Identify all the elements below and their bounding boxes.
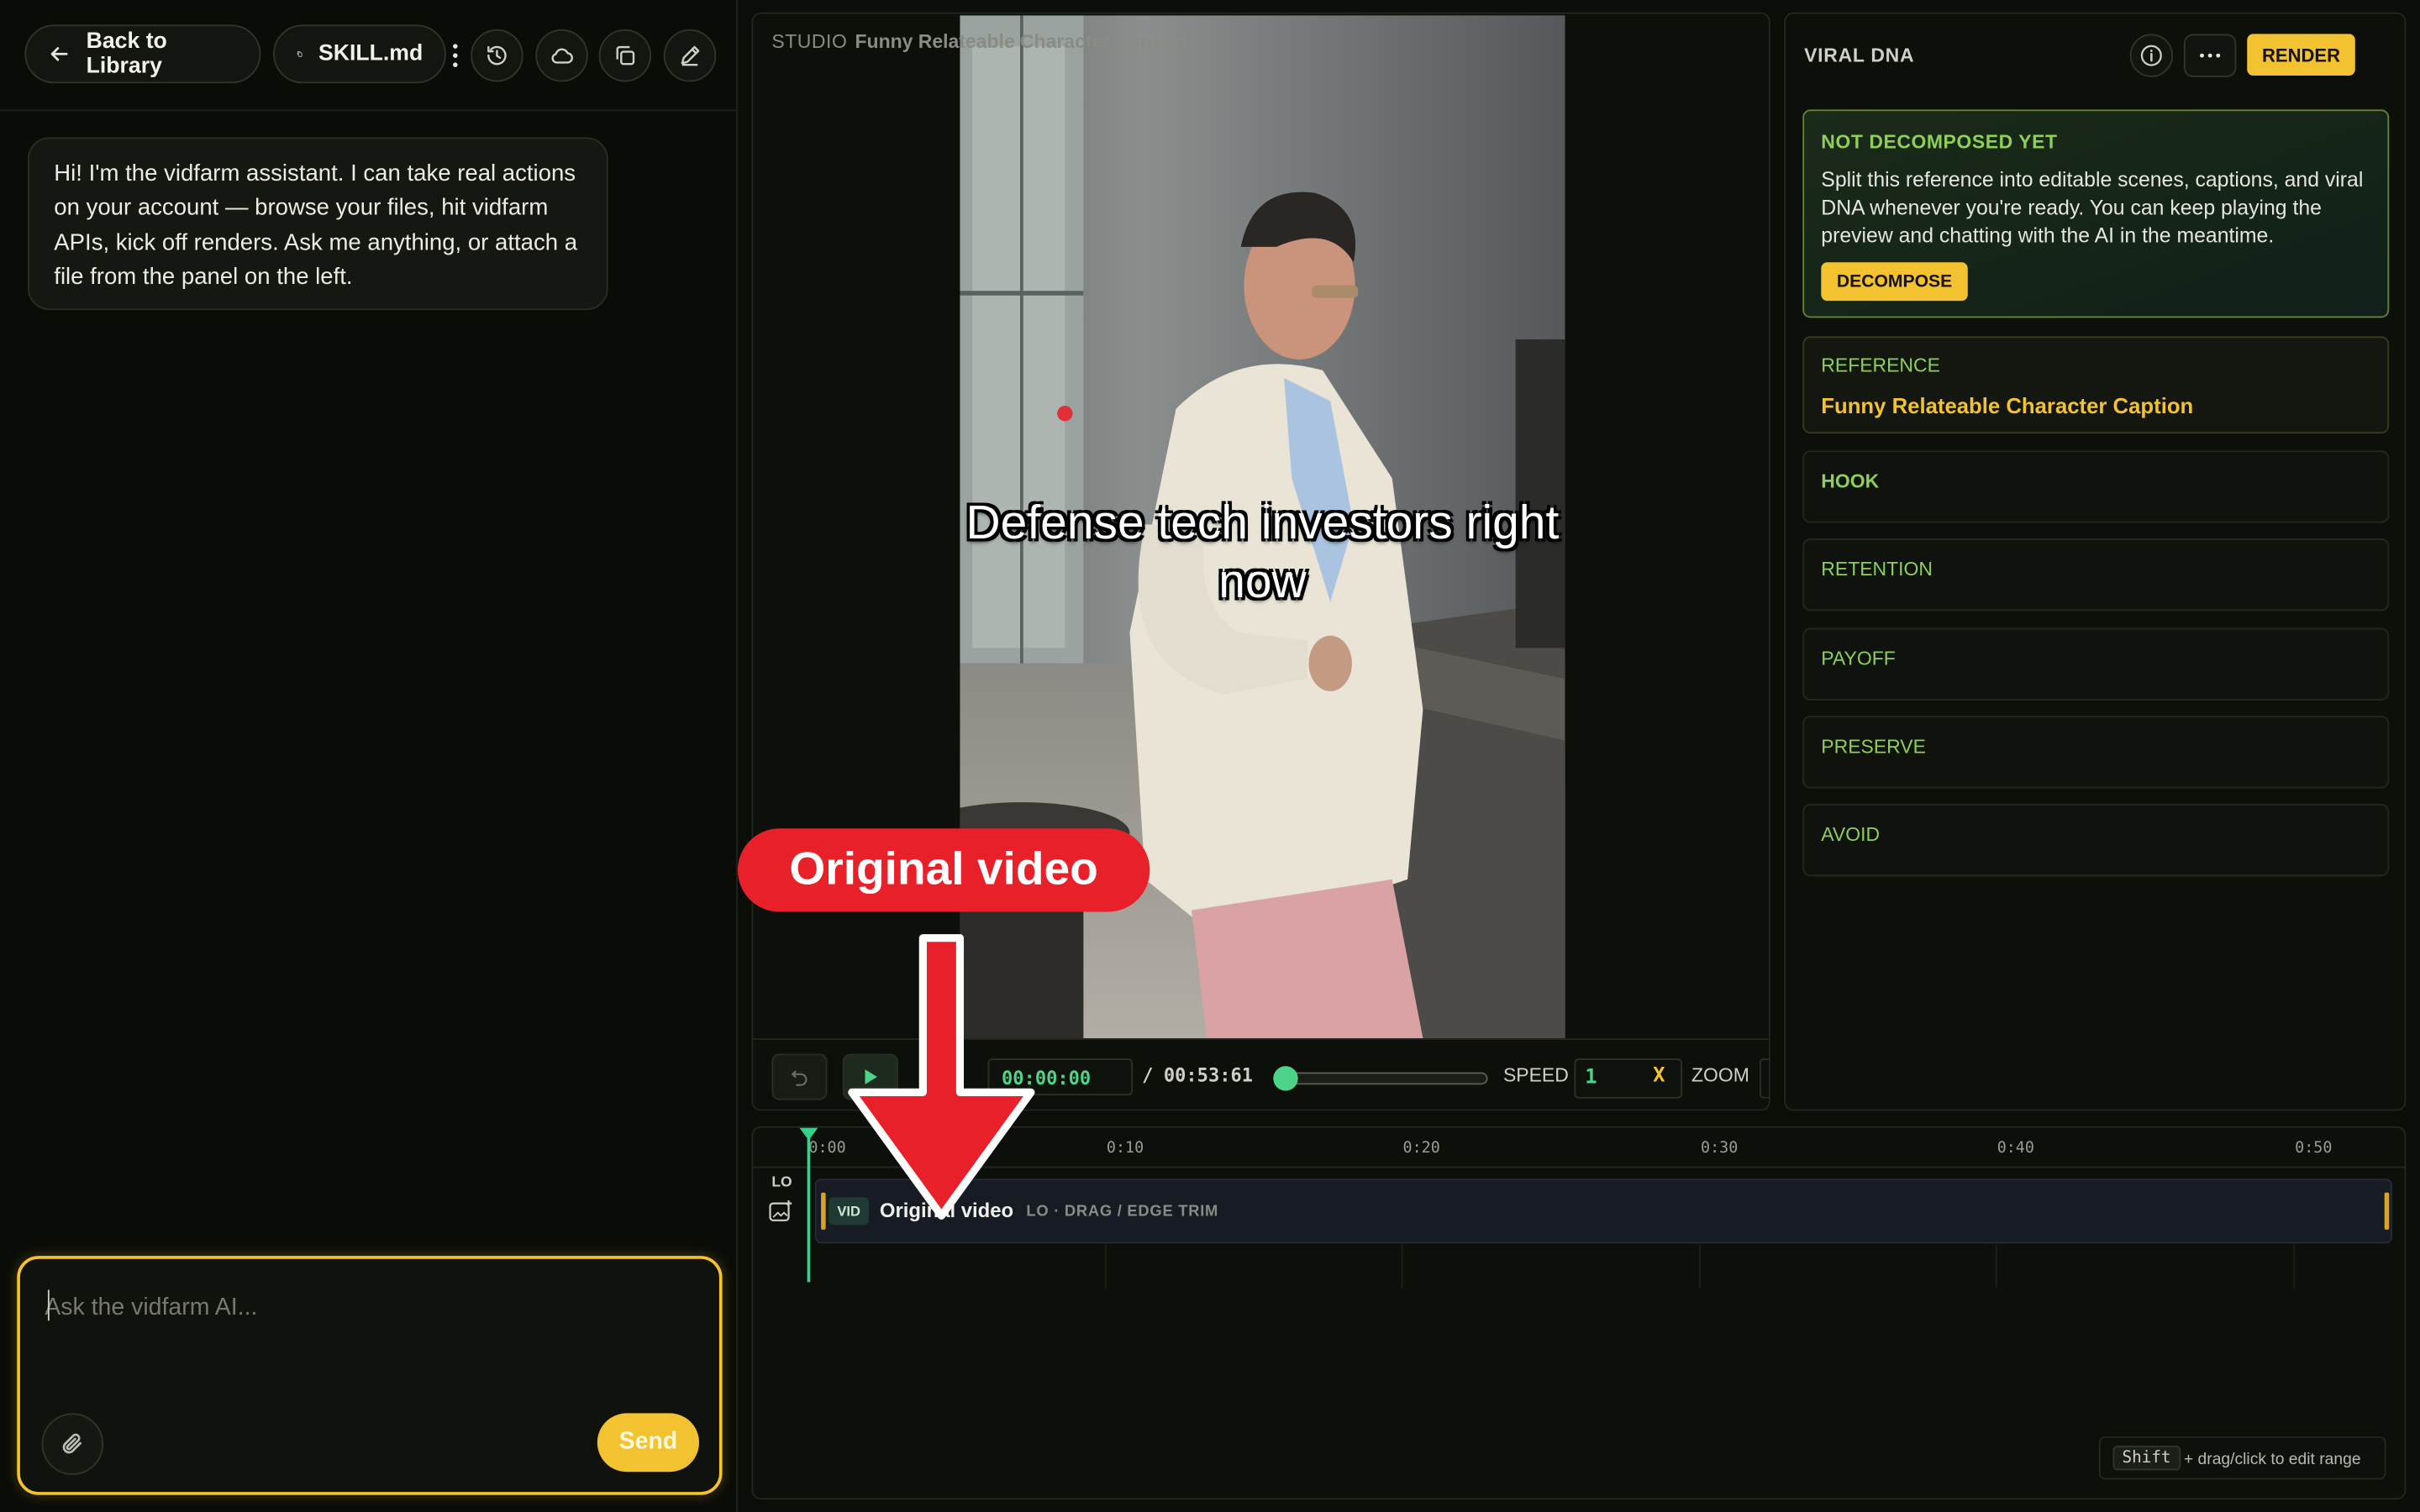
not-decomposed-body: Split this reference into editable scene… bbox=[1821, 168, 2364, 247]
grid-line bbox=[1699, 1245, 1702, 1289]
video-clip[interactable]: VID Original video LO · DRAG / EDGE TRIM bbox=[814, 1179, 2392, 1244]
dna-section-label: PAYOFF bbox=[1821, 648, 1896, 670]
time-separator: / bbox=[1142, 1064, 1154, 1087]
history-icon bbox=[487, 45, 507, 66]
not-decomposed-heading: NOT DECOMPOSED YET bbox=[1821, 131, 2058, 153]
copy-file-icon bbox=[297, 50, 302, 57]
grid-line bbox=[2293, 1245, 2296, 1289]
clip-trim-handle-left[interactable] bbox=[821, 1192, 826, 1230]
chat-panel: Back to Library SKILL.md Hi! I'm the vid… bbox=[0, 0, 738, 1512]
seek-knob[interactable] bbox=[1273, 1066, 1298, 1091]
arrow-left-icon bbox=[50, 47, 68, 61]
reference-label: REFERENCE bbox=[1821, 354, 1940, 377]
dna-section-label: RETENTION bbox=[1821, 558, 1933, 580]
dna-section-retention[interactable]: RETENTION bbox=[1802, 538, 2390, 612]
assistant-message: Hi! I'm the vidfarm assistant. I can tak… bbox=[28, 137, 608, 311]
track-label: LO bbox=[771, 1173, 792, 1191]
dna-section-label: HOOK bbox=[1821, 470, 1880, 492]
cloud-button[interactable] bbox=[535, 29, 588, 82]
skill-file-label: SKILL.md bbox=[318, 41, 424, 66]
copy-icon bbox=[616, 45, 635, 66]
info-button[interactable] bbox=[2129, 34, 2174, 77]
shift-hint: Shift + drag/click to edit range bbox=[2098, 1436, 2386, 1480]
dna-section-hook[interactable]: HOOK bbox=[1802, 450, 2390, 523]
chat-composer: Send bbox=[17, 1256, 723, 1495]
tick-label: 0:30 bbox=[1701, 1140, 1739, 1158]
clip-hint: LO · DRAG / EDGE TRIM bbox=[1026, 1203, 1219, 1221]
attach-button[interactable] bbox=[41, 1413, 104, 1475]
more-options-button[interactable] bbox=[2183, 34, 2237, 77]
pencil-icon bbox=[681, 45, 700, 66]
more-vertical-icon[interactable] bbox=[448, 40, 463, 71]
dna-section-preserve[interactable]: PRESERVE bbox=[1802, 716, 2390, 789]
cloud-icon bbox=[551, 48, 573, 64]
tick-label: 0:50 bbox=[2295, 1140, 2333, 1158]
info-icon bbox=[2140, 45, 2162, 66]
more-horizontal-icon bbox=[2200, 53, 2221, 58]
edit-button[interactable] bbox=[663, 29, 717, 82]
grid-line bbox=[1401, 1245, 1403, 1289]
dna-section-payoff[interactable]: PAYOFF bbox=[1802, 627, 2390, 701]
tick-label: 0:20 bbox=[1402, 1140, 1440, 1158]
viral-dna-panel: VIRAL DNA RENDER NOT DECOMPOSED YET Spli… bbox=[1784, 12, 2407, 1111]
history-button[interactable] bbox=[471, 29, 523, 82]
render-button[interactable]: RENDER bbox=[2247, 34, 2355, 76]
zoom-control[interactable] bbox=[1759, 1058, 1769, 1099]
chat-toolbar: Back to Library SKILL.md bbox=[0, 0, 738, 112]
undo-button[interactable] bbox=[771, 1053, 828, 1100]
annotation-callout: Original video bbox=[737, 828, 1150, 912]
tick-label: 0:40 bbox=[1996, 1140, 2034, 1158]
speed-label: SPEED bbox=[1502, 1064, 1569, 1087]
dna-section-label: AVOID bbox=[1821, 823, 1881, 846]
grid-line bbox=[1105, 1245, 1107, 1289]
shift-key: Shift bbox=[2112, 1445, 2181, 1471]
undo-icon bbox=[791, 1070, 808, 1086]
clip-trim-handle-right[interactable] bbox=[2384, 1192, 2390, 1230]
viral-dna-title: VIRAL DNA bbox=[1804, 45, 1915, 66]
not-decomposed-card: NOT DECOMPOSED YET Split this reference … bbox=[1802, 109, 2390, 318]
reference-card[interactable]: REFERENCE Funny Relateable Character Cap… bbox=[1802, 336, 2390, 434]
chat-input[interactable] bbox=[45, 1286, 693, 1331]
decompose-button[interactable]: DECOMPOSE bbox=[1821, 262, 1968, 302]
speed-unit: X bbox=[1653, 1064, 1665, 1088]
annotation-arrow-icon bbox=[848, 934, 1035, 1220]
seek-slider[interactable] bbox=[1277, 1072, 1488, 1085]
studio-title: Funny Relateable Character Caption bbox=[855, 30, 1188, 53]
duplicate-button[interactable] bbox=[598, 29, 652, 82]
dna-section-avoid[interactable]: AVOID bbox=[1802, 803, 2390, 877]
back-to-library-button[interactable]: Back to Library bbox=[24, 24, 261, 84]
studio-label: STUDIO bbox=[771, 30, 848, 53]
annotation-label: Original video bbox=[789, 843, 1098, 895]
shift-hint-text: + drag/click to edit range bbox=[2183, 1450, 2361, 1469]
grid-line bbox=[1995, 1245, 1997, 1289]
playhead[interactable] bbox=[807, 1133, 811, 1283]
text-caret bbox=[47, 1289, 50, 1321]
tick-label: 0:10 bbox=[1106, 1140, 1144, 1158]
paperclip-icon bbox=[62, 1433, 82, 1454]
zoom-label: ZOOM bbox=[1691, 1064, 1749, 1087]
dna-section-label: PRESERVE bbox=[1821, 736, 1926, 758]
total-duration: 00:53:61 bbox=[1163, 1064, 1254, 1087]
reference-value: Funny Relateable Character Caption bbox=[1821, 393, 2194, 418]
video-caption: Defense tech investors right now bbox=[965, 495, 1560, 608]
back-to-library-label: Back to Library bbox=[86, 29, 167, 79]
speed-value: 1 bbox=[1585, 1066, 1597, 1089]
add-media-icon[interactable] bbox=[769, 1200, 793, 1222]
skill-file-button[interactable]: SKILL.md bbox=[273, 24, 446, 84]
send-button[interactable]: Send bbox=[597, 1413, 700, 1473]
